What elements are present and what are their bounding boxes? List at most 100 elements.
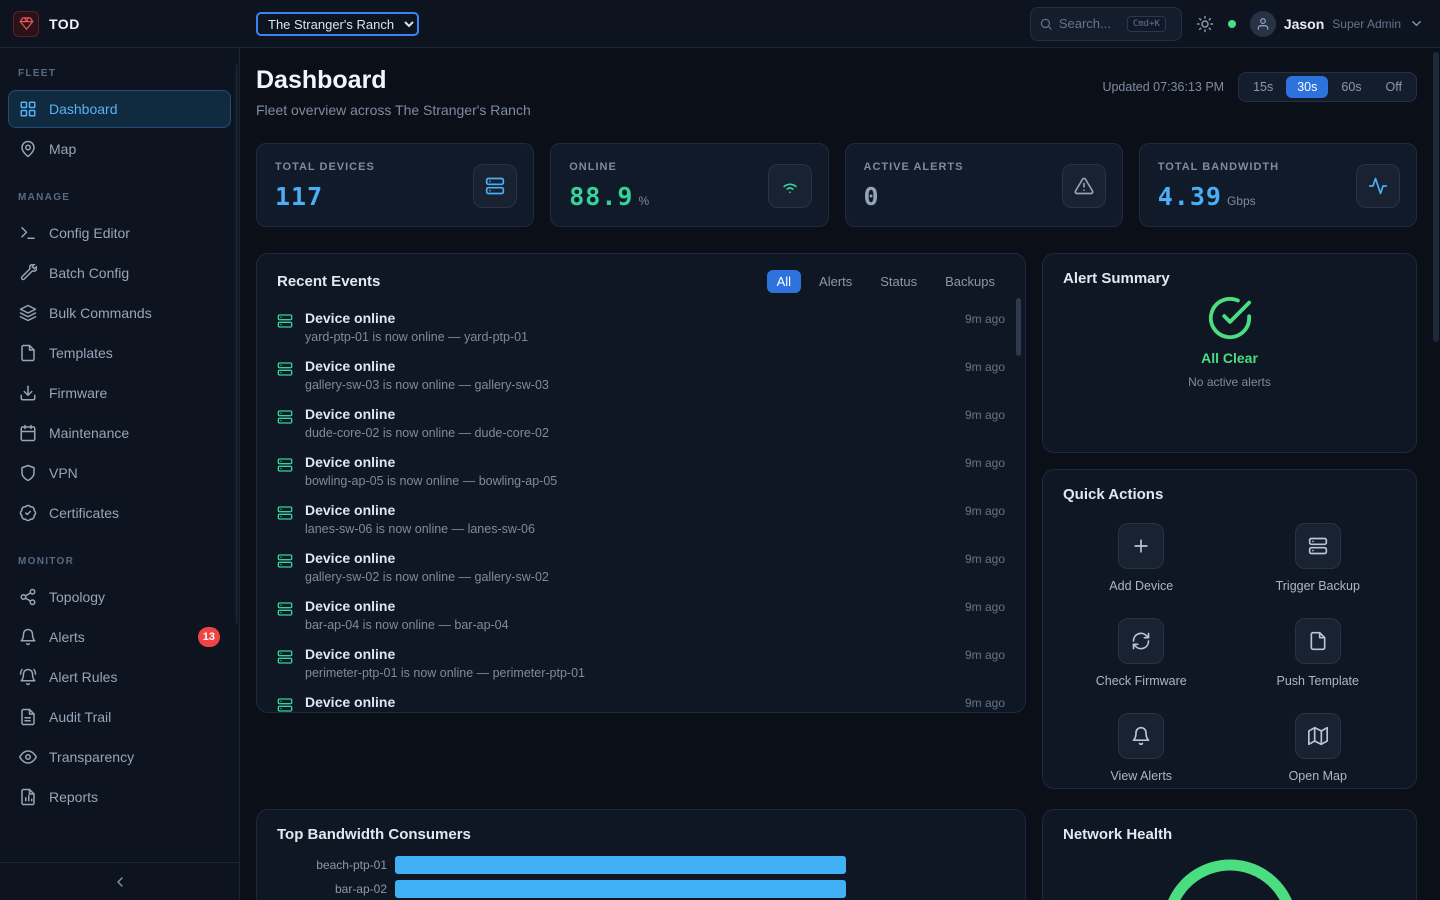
sidebar-collapse-button[interactable] [0, 862, 239, 900]
updated-timestamp: Updated 07:36:13 PM [1102, 80, 1224, 94]
brand: TOD [0, 11, 240, 37]
stat-card-active-alerts: ACTIVE ALERTS 0 [845, 143, 1123, 227]
theme-toggle-button[interactable] [1196, 15, 1214, 33]
tab-all[interactable]: All [767, 270, 801, 293]
sidebar-item-label: Maintenance [49, 425, 129, 441]
view-alerts-button[interactable]: View Alerts [1110, 713, 1172, 783]
event-list-item[interactable]: Device online9m ago [277, 687, 1005, 713]
events-scrollbar[interactable] [1016, 298, 1021, 356]
sidebar-item-label: Audit Trail [49, 709, 111, 725]
event-title: Device online [305, 358, 395, 374]
file-icon [19, 344, 37, 362]
event-detail: bowling-ap-05 is now online — bowling-ap… [305, 474, 1005, 488]
event-list-item[interactable]: Device online9m ago bowling-ap-05 is now… [277, 447, 1005, 495]
badge-check-icon [19, 504, 37, 522]
file-text-icon [19, 708, 37, 726]
sidebar-item-templates[interactable]: Templates [8, 334, 231, 372]
server-icon [277, 649, 293, 680]
event-detail: gallery-sw-02 is now online — gallery-sw… [305, 570, 1005, 584]
server-icon [277, 553, 293, 584]
search-shortcut: Cmd+K [1127, 16, 1166, 32]
sidebar-item-label: Batch Config [49, 265, 129, 281]
org-selector[interactable]: The Stranger's Ranch [256, 12, 419, 36]
sidebar-item-label: Dashboard [49, 101, 118, 117]
event-detail: dude-core-02 is now online — dude-core-0… [305, 426, 1005, 440]
search-box[interactable]: Cmd+K [1030, 7, 1182, 41]
event-time: 9m ago [965, 504, 1005, 518]
page-scrollbar[interactable] [1433, 52, 1439, 342]
activity-icon [1356, 164, 1400, 208]
bell-icon [19, 628, 37, 646]
refresh-30s-button[interactable]: 30s [1286, 76, 1328, 98]
plus-icon [1118, 523, 1164, 569]
sidebar-item-batch-config[interactable]: Batch Config [8, 254, 231, 292]
event-list-item[interactable]: Device online9m ago dude-core-02 is now … [277, 399, 1005, 447]
event-list-item[interactable]: Device online9m ago perimeter-ptp-01 is … [277, 639, 1005, 687]
event-list-item[interactable]: Device online9m ago lanes-sw-06 is now o… [277, 495, 1005, 543]
sidebar-item-label: Firmware [49, 385, 107, 401]
main-content: Dashboard Fleet overview across The Stra… [240, 48, 1440, 900]
sidebar-item-firmware[interactable]: Firmware [8, 374, 231, 412]
add-device-button[interactable]: Add Device [1109, 523, 1173, 593]
search-input[interactable] [1059, 16, 1121, 31]
stat-card-total-bandwidth: TOTAL BANDWIDTH 4.39 Gbps [1139, 143, 1417, 227]
sidebar-item-label: Topology [49, 589, 105, 605]
wifi-icon [768, 164, 812, 208]
sidebar-item-label: Bulk Commands [49, 305, 152, 321]
open-map-button[interactable]: Open Map [1289, 713, 1347, 783]
layers-icon [19, 304, 37, 322]
event-list-item[interactable]: Device online9m ago bar-ap-04 is now onl… [277, 591, 1005, 639]
event-detail: yard-ptp-01 is now online — yard-ptp-01 [305, 330, 1005, 344]
refresh-15s-button[interactable]: 15s [1242, 76, 1284, 98]
event-title: Device online [305, 502, 395, 518]
top-bandwidth-title: Top Bandwidth Consumers [277, 826, 1005, 843]
tab-backups[interactable]: Backups [935, 270, 1005, 293]
calendar-icon [19, 424, 37, 442]
chevron-down-icon [1409, 16, 1424, 31]
alert-summary-panel: Alert Summary All Clear No active alerts [1042, 253, 1417, 453]
sidebar-item-topology[interactable]: Topology [8, 578, 231, 616]
sidebar-item-vpn[interactable]: VPN [8, 454, 231, 492]
sidebar-item-certificates[interactable]: Certificates [8, 494, 231, 532]
top-bandwidth-panel: Top Bandwidth Consumers beach-ptp-01 bar… [256, 809, 1026, 900]
stat-card-online: ONLINE 88.9 % [550, 143, 828, 227]
sidebar-item-dashboard[interactable]: Dashboard [8, 90, 231, 128]
event-list-item[interactable]: Device online9m ago gallery-sw-03 is now… [277, 351, 1005, 399]
status-dot [1228, 20, 1236, 28]
trigger-backup-button[interactable]: Trigger Backup [1276, 523, 1360, 593]
event-time: 9m ago [965, 600, 1005, 614]
refresh-off-button[interactable]: Off [1375, 76, 1413, 98]
check-firmware-button[interactable]: Check Firmware [1096, 618, 1187, 688]
sidebar-item-alerts[interactable]: Alerts 13 [8, 618, 231, 656]
bandwidth-bar [395, 880, 846, 898]
event-title: Device online [305, 598, 395, 614]
event-list-item[interactable]: Device online9m ago yard-ptp-01 is now o… [277, 303, 1005, 351]
user-menu[interactable]: Jason Super Admin [1250, 11, 1424, 37]
file-icon [1295, 618, 1341, 664]
event-title: Device online [305, 406, 395, 422]
sidebar-section-fleet: FLEET [0, 56, 239, 88]
event-title: Device online [305, 454, 395, 470]
tab-status[interactable]: Status [870, 270, 927, 293]
sidebar-item-reports[interactable]: Reports [8, 778, 231, 816]
user-role: Super Admin [1332, 17, 1401, 31]
event-list-item[interactable]: Device online9m ago gallery-sw-02 is now… [277, 543, 1005, 591]
refresh-60s-button[interactable]: 60s [1330, 76, 1372, 98]
sidebar-item-audit-trail[interactable]: Audit Trail [8, 698, 231, 736]
sidebar-item-transparency[interactable]: Transparency [8, 738, 231, 776]
sidebar-scrollbar[interactable] [235, 64, 238, 624]
download-icon [19, 384, 37, 402]
sidebar-item-map[interactable]: Map [8, 130, 231, 168]
push-template-button[interactable]: Push Template [1277, 618, 1359, 688]
tab-alerts[interactable]: Alerts [809, 270, 862, 293]
sidebar-item-alert-rules[interactable]: Alert Rules [8, 658, 231, 696]
eye-icon [19, 748, 37, 766]
stat-value: 0 [864, 182, 880, 211]
search-icon [1039, 17, 1053, 31]
sidebar-item-maintenance[interactable]: Maintenance [8, 414, 231, 452]
event-time: 9m ago [965, 360, 1005, 374]
events-list: Device online9m ago yard-ptp-01 is now o… [257, 303, 1025, 713]
sidebar-item-config-editor[interactable]: Config Editor [8, 214, 231, 252]
sidebar-item-label: Reports [49, 789, 98, 805]
sidebar-item-bulk-commands[interactable]: Bulk Commands [8, 294, 231, 332]
